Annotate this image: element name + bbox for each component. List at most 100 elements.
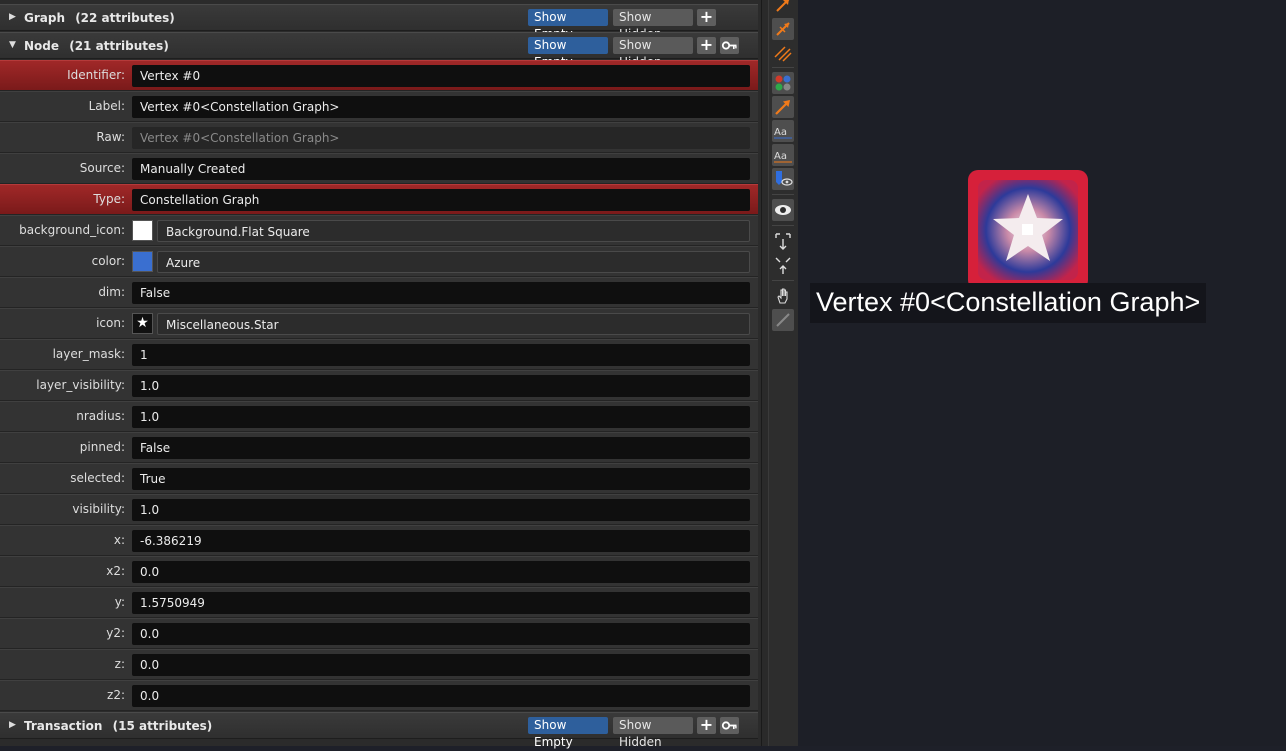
attribute-value-field[interactable]: 1 <box>132 344 750 366</box>
attribute-row[interactable]: Label: Vertex #0<Constellation Graph> <box>0 91 758 122</box>
transaction-labels-icon[interactable]: Aa <box>772 144 794 166</box>
graph-show-hidden-button[interactable]: Show Hidden <box>613 9 693 41</box>
vertex-node[interactable] <box>968 170 1088 290</box>
attribute-label: y: <box>114 595 125 609</box>
transaction-show-empty-button[interactable]: Show Empty <box>528 717 608 749</box>
attribute-row[interactable]: x: -6.386219 <box>0 525 758 556</box>
draw-undirected-edge-icon[interactable] <box>772 42 794 64</box>
color-swatch[interactable] <box>132 251 153 272</box>
attribute-row[interactable]: pinned: False <box>0 432 758 463</box>
attribute-value-field[interactable]: 1.0 <box>132 406 750 428</box>
key-icon <box>721 721 737 730</box>
blaze-visibility-icon[interactable] <box>772 168 794 190</box>
transaction-key-button[interactable] <box>720 717 739 734</box>
attribute-value-field: Vertex #0<Constellation Graph> <box>132 127 750 149</box>
collapse-triangle-icon[interactable]: ▼ <box>9 40 16 50</box>
attribute-value-field[interactable]: Constellation Graph <box>132 189 750 211</box>
transaction-direction-icon[interactable] <box>772 96 794 118</box>
attribute-label: icon: <box>96 316 125 330</box>
expand-triangle-icon[interactable]: ▶ <box>9 720 16 730</box>
star-icon[interactable]: ★ <box>132 313 153 334</box>
attribute-row[interactable]: visibility: 1.0 <box>0 494 758 525</box>
attribute-value-field[interactable]: False <box>132 282 750 304</box>
attribute-value-field[interactable]: Manually Created <box>132 158 750 180</box>
attribute-row[interactable]: background_icon: Background.Flat Square <box>0 215 758 246</box>
svg-text:Aa: Aa <box>774 127 787 138</box>
attribute-value-field[interactable]: True <box>132 468 750 490</box>
transaction-show-hidden-button[interactable]: Show Hidden <box>613 717 693 749</box>
attribute-row[interactable]: x2: 0.0 <box>0 556 758 587</box>
attribute-label: Label: <box>88 99 125 113</box>
node-show-empty-button[interactable]: Show Empty <box>528 37 608 69</box>
attribute-value-field[interactable]: 0.0 <box>132 685 750 707</box>
transaction-add-attribute-button[interactable]: + <box>697 717 716 734</box>
attribute-row[interactable]: layer_mask: 1 <box>0 339 758 370</box>
svg-text:Aa: Aa <box>774 151 787 162</box>
draw-edge-icon[interactable] <box>772 0 794 16</box>
attribute-row[interactable]: y2: 0.0 <box>0 618 758 649</box>
attribute-row[interactable]: z2: 0.0 <box>0 680 758 711</box>
expand-icon[interactable] <box>772 230 794 252</box>
attribute-editor-panel: ▶ Graph (22 attributes) Show Empty Show … <box>0 0 761 749</box>
attribute-row[interactable]: color: Azure <box>0 246 758 277</box>
attribute-row[interactable]: nradius: 1.0 <box>0 401 758 432</box>
attribute-label: Type: <box>93 192 125 206</box>
attribute-value-field[interactable]: 0.0 <box>132 623 750 645</box>
attribute-row[interactable]: y: 1.5750949 <box>0 587 758 618</box>
attribute-value-field[interactable]: Background.Flat Square <box>157 220 750 242</box>
attribute-row[interactable]: Type: Constellation Graph <box>0 184 758 215</box>
attribute-row[interactable]: Source: Manually Created <box>0 153 758 184</box>
transaction-section-header[interactable]: ▶ Transaction (15 attributes) Show Empty… <box>0 712 758 749</box>
node-key-button[interactable] <box>720 37 739 54</box>
attribute-value-field[interactable]: 1.0 <box>132 499 750 521</box>
attribute-label: background_icon: <box>19 223 125 237</box>
node-labels-icon[interactable]: Aa <box>772 120 794 142</box>
star-icon <box>968 170 1088 290</box>
graph-section-title: Graph (22 attributes) <box>24 11 175 25</box>
attribute-label: y2: <box>106 626 125 640</box>
attribute-value-field[interactable]: Azure <box>157 251 750 273</box>
attribute-value-field[interactable]: 0.0 <box>132 561 750 583</box>
attribute-value-field[interactable]: False <box>132 437 750 459</box>
attribute-row[interactable]: Raw: Vertex #0<Constellation Graph> <box>0 122 758 153</box>
draw-directed-edge-icon[interactable] <box>772 18 794 40</box>
expand-triangle-icon[interactable]: ▶ <box>9 12 16 22</box>
attribute-label: visibility: <box>72 502 125 516</box>
graph-add-attribute-button[interactable]: + <box>697 9 716 26</box>
key-icon <box>721 41 737 50</box>
pan-hand-icon[interactable] <box>772 285 794 307</box>
attribute-label: selected: <box>70 471 125 485</box>
attribute-label: nradius: <box>76 409 125 423</box>
attribute-row[interactable]: selected: True <box>0 463 758 494</box>
contract-icon[interactable] <box>772 254 794 276</box>
node-show-hidden-button[interactable]: Show Hidden <box>613 37 693 69</box>
node-add-attribute-button[interactable]: + <box>697 37 716 54</box>
color-swatch[interactable] <box>132 220 153 241</box>
attribute-value-field[interactable]: -6.386219 <box>132 530 750 552</box>
attribute-row[interactable]: z: 0.0 <box>0 649 758 680</box>
attribute-label: pinned: <box>79 440 125 454</box>
color-nodes-icon[interactable] <box>772 72 794 94</box>
attribute-label: x: <box>113 533 125 547</box>
attribute-label: layer_mask: <box>52 347 125 361</box>
attribute-row[interactable]: layer_visibility: 1.0 <box>0 370 758 401</box>
graph-section-header[interactable]: ▶ Graph (22 attributes) Show Empty Show … <box>0 4 758 41</box>
attribute-label: dim: <box>98 285 125 299</box>
attribute-row[interactable]: dim: False <box>0 277 758 308</box>
attribute-value-field[interactable]: Miscellaneous.Star <box>157 313 750 335</box>
attribute-value-field[interactable]: Vertex #0 <box>132 65 750 87</box>
attribute-value-field[interactable]: 1.0 <box>132 375 750 397</box>
attribute-label: layer_visibility: <box>36 378 125 392</box>
graph-show-empty-button[interactable]: Show Empty <box>528 9 608 41</box>
attribute-row[interactable]: icon: ★ Miscellaneous.Star <box>0 308 758 339</box>
panel-splitter[interactable] <box>761 0 769 746</box>
toggle-visibility-icon[interactable] <box>772 199 794 221</box>
attribute-row[interactable]: Identifier: Vertex #0 <box>0 60 758 91</box>
link-tool-icon[interactable] <box>772 309 794 331</box>
graph-canvas[interactable]: Vertex #0<Constellation Graph> <box>798 0 1286 746</box>
attribute-value-field[interactable]: 0.0 <box>132 654 750 676</box>
attribute-value-field[interactable]: 1.5750949 <box>132 592 750 614</box>
node-section-header[interactable]: ▼ Node (21 attributes) Show Empty Show H… <box>0 32 758 69</box>
attribute-label: color: <box>91 254 125 268</box>
attribute-value-field[interactable]: Vertex #0<Constellation Graph> <box>132 96 750 118</box>
